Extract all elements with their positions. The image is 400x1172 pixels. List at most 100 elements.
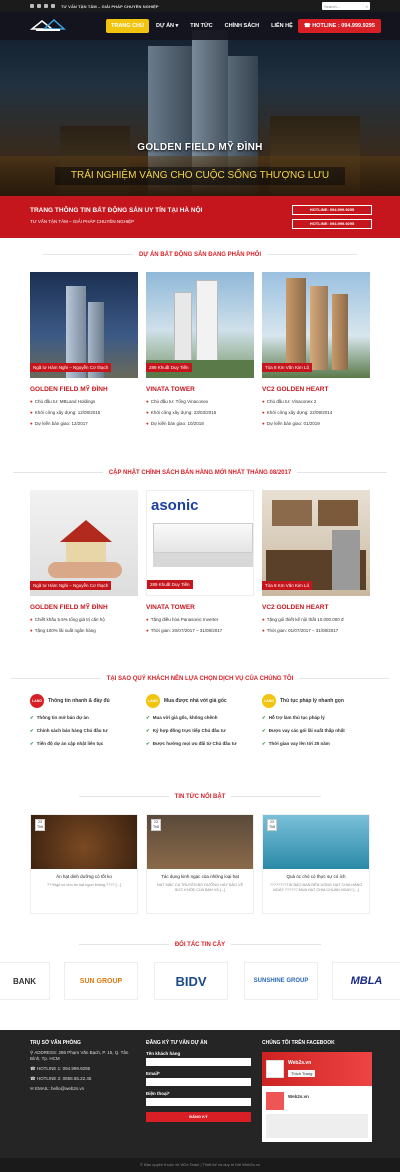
search-icon[interactable]: ⌕ [366,4,368,9]
office-title: TRỤ SỞ VĂN PHÒNG [30,1040,81,1046]
name-label: Tên khách hàng [146,1051,181,1056]
form-title: ĐĂNG KÝ TƯ VẤN DỰ ÁN [146,1040,208,1046]
menu: TRANG CHỦ DỰ ÁN ▾ TIN TỨC CHÍNH SÁCH LIÊ… [106,19,298,33]
house-logo-icon [29,18,66,31]
policy-image[interactable]: asonic 289 Khuất Duy Tiến [146,490,254,596]
banner-hotline-2[interactable]: HOTLINE: 094.999.9295 [292,219,372,229]
submit-button[interactable]: ĐĂNG KÝ [146,1112,251,1122]
news-card[interactable]: 23 Th8 Tác dụng kinh ngạc của những loại … [146,814,254,914]
news-image[interactable]: 23 Th8 [147,815,253,869]
project-card[interactable]: Tòa 8 Km Văn Kim Lũ VC2 GOLDEN HEART ● Ch… [262,272,370,426]
project-name[interactable]: VINATA TOWER [146,386,254,393]
fb-page-name[interactable]: Web2s.vn [288,1060,311,1066]
footer: TRỤ SỞ VĂN PHÒNG ⚲ ADDRESS: 286 Phạm Văn… [0,1030,400,1158]
facebook-title: CHÚNG TÔI TRÊN FACEBOOK [262,1040,335,1046]
site-logo[interactable] [28,17,68,35]
office-address: ⚲ ADDRESS: 286 Phạm Văn Bạch, P. 15, Q. … [30,1050,129,1061]
project-location: Ngã tư Hàm Nghi – Nguyễn Cơ thạch [30,363,112,372]
project-name[interactable]: GOLDEN FIELD MỸ ĐÌNH [30,386,138,393]
project-location: 289 Khuất Duy Tiến [146,363,192,372]
project-name[interactable]: VC2 GOLDEN HEART [262,386,370,393]
news-date: 23 Th8 [151,819,161,831]
main-nav: TRANG CHỦ DỰ ÁN ▾ TIN TỨC CHÍNH SÁCH LIÊ… [0,12,400,40]
partner-logo[interactable]: MBLA [332,962,400,1000]
facebook-icon[interactable] [30,4,34,8]
policy-image[interactable]: Tòa 8 Km Văn Kim Lũ [262,490,370,596]
footer-form: ĐĂNG KÝ TƯ VẤN DỰ ÁN Tên khách hàng Emai… [146,1040,256,1122]
search-input[interactable]: Search... ⌕ [322,2,370,10]
policy-image[interactable]: Ngã tư Hàm Nghi – Nguyễn Cơ thạch [30,490,138,596]
nav-contact[interactable]: LIÊN HỆ [266,19,298,33]
project-card[interactable]: 289 Khuất Duy Tiến VINATA TOWER ● Chủ đầu… [146,272,254,426]
email-icon[interactable] [51,4,55,8]
policy-name[interactable]: VC2 GOLDEN HEART [262,604,370,611]
why-item: ✔ Được vay các gói lãi suất thấp nhất [262,728,345,733]
hero-subtitle: TRẢI NGHIỆM VÀNG CHO CUỘC SỐNG THƯỢNG LƯ… [55,167,345,185]
project-image[interactable]: 289 Khuất Duy Tiến [146,272,254,378]
footer-facebook: CHÚNG TÔI TRÊN FACEBOOK [262,1040,372,1046]
fb-like-button[interactable]: Thích Trang [288,1070,316,1077]
project-detail: ● Chủ đầu tư: Vinaconex 2 [262,399,317,404]
partner-logo[interactable]: BANK [0,962,50,1000]
project-detail: ● Chủ đầu tư: Tổng Vinaconex [146,399,209,404]
policy-location: Ngã tư Hàm Nghi – Nguyễn Cơ thạch [30,581,112,590]
nav-projects[interactable]: DỰ ÁN ▾ [151,19,183,33]
hotline-button[interactable]: ☎ HOTLINE : 094.999.9295 [297,19,381,33]
project-detail: ● Khởi công xây dựng: 23/03/2015 [146,410,217,415]
project-card[interactable]: Ngã tư Hàm Nghi – Nguyễn Cơ thạch GOLDEN… [30,272,138,426]
nav-home[interactable]: TRANG CHỦ [106,19,149,33]
why-item: ✔ Chính sách bán hàng Chủ đầu tư [30,728,108,733]
partner-logo[interactable]: SUN GROUP [64,962,138,1000]
instagram-icon[interactable] [37,4,41,8]
office-hotline-1[interactable]: ☎ HOTLINE 1: 094.999.9295 [30,1066,140,1072]
phone-input[interactable] [146,1098,251,1106]
partner-logo[interactable]: SUNSHINE GROUP [244,962,318,1000]
footer-office: TRỤ SỞ VĂN PHÒNG ⚲ ADDRESS: 286 Phạm Văn… [30,1040,140,1092]
land-badge-icon: LAND [262,694,276,708]
why-heading: Thủ tục pháp lý nhanh gọn [280,698,344,704]
why-title: TẠI SAO QUÝ KHÁCH NÊN LỰA CHỌN DỊCH VỤ C… [0,676,400,682]
page: GOLDEN FIELD MỸ ĐÌNH TRẢI NGHIỆM VÀNG CH… [0,0,400,1172]
office-hotline-2[interactable]: ☎ HOTLINE 2: 0858.55.22.45 [30,1076,140,1082]
facebook-widget[interactable]: Web2s.vn Thích Trang Web2s.vn [262,1052,372,1142]
news-excerpt: HẠT MẮC CA TRUYỀN BỔ DƯỠNG HẢY BẢO VỆ SỨ… [156,883,244,892]
land-badge-icon: LAND [30,694,44,708]
policy-card[interactable]: asonic 289 Khuất Duy Tiến VINATA TOWER ●… [146,490,254,633]
office-email[interactable]: ✉ EMAIL: hello@web2s.vn [30,1086,140,1092]
partner-logo[interactable]: BIDV [154,962,228,1000]
why-item: ✔ Được hưởng mọi ưu đãi từ Chủ đầu tư [146,741,237,746]
news-title-link[interactable]: Ăn hạt dinh dưỡng có tốt ko [31,874,137,880]
policy-name[interactable]: VINATA TOWER [146,604,254,611]
policy-name[interactable]: GOLDEN FIELD MỸ ĐÌNH [30,604,138,611]
project-image[interactable]: Tòa 8 Km Văn Kim Lũ [262,272,370,378]
banner-hotline-1[interactable]: HOTLINE: 094.999.9295 [292,205,372,215]
nav-policy[interactable]: CHÍNH SÁCH [220,19,265,33]
news-image[interactable]: 23 Th8 [31,815,137,869]
why-item: ✔ Ký hợp đồng trực tiếp Chủ đầu tư [146,728,226,733]
news-title-link[interactable]: Quà óc chó có thực sự có ích [263,874,369,880]
email-label: Email* [146,1071,160,1076]
twitter-icon[interactable] [44,4,48,8]
news-date: 23 Th8 [267,819,277,831]
land-badge-icon: LAND [146,694,160,708]
email-input[interactable] [146,1078,251,1086]
policy-card[interactable]: Ngã tư Hàm Nghi – Nguyễn Cơ thạch GOLDEN… [30,490,138,633]
social-icons [30,4,55,8]
news-image[interactable]: 23 Th8 [263,815,369,869]
news-excerpt: ???Ngủ có cho ăn hạt ngon không ???? [..… [47,883,121,887]
name-input[interactable] [146,1058,251,1066]
policy-card[interactable]: Tòa 8 Km Văn Kim Lũ VC2 GOLDEN HEART ● Tặ… [262,490,370,633]
policy-detail: ● Tặng gói thiết kế nội thất 10.000.000 đ [262,617,344,622]
news-card[interactable]: 23 Th8 Quà óc chó có thực sự có ích ?????… [262,814,370,914]
nav-news[interactable]: TIN TỨC [185,19,217,33]
news-card[interactable]: 23 Th8 Ăn hạt dinh dưỡng có tốt ko ???Ngủ… [30,814,138,914]
news-title-link[interactable]: Tác dụng kinh ngạc của những loại hạt [147,874,253,880]
project-detail: ● Dự kiến bàn giao: 12/2017 [30,421,88,426]
why-item: ✔ Thời gian vay lên tới 25 năm [262,741,330,746]
why-column: LAND Mua được nhà với giá gốc ✔ Mua với gi… [146,694,258,747]
project-image[interactable]: Ngã tư Hàm Nghi – Nguyễn Cơ thạch [30,272,138,378]
panasonic-logo-icon: asonic [151,497,199,514]
banner-sub: TƯ VẤN TẬN TÂM – GIẢI PHÁP CHUYÊN NGHIỆP [30,219,135,224]
search-placeholder: Search... [324,3,341,9]
top-tagline: TƯ VẤN TẬN TÂM – GIẢI PHÁP CHUYÊN NGHIỆP [61,3,159,9]
